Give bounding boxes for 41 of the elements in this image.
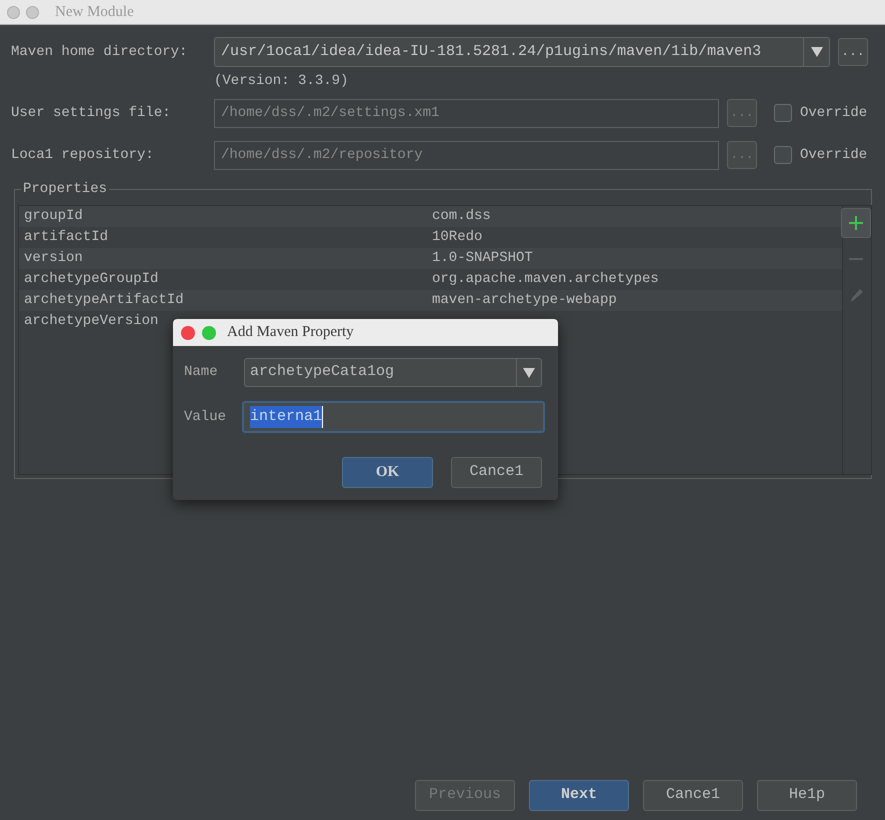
dialog-button[interactable]: He1p bbox=[757, 780, 857, 811]
table-cell-text: com.dss bbox=[431, 207, 491, 226]
window-title: New Module bbox=[55, 2, 134, 22]
table-cell: archetypeGroupId bbox=[24, 271, 158, 287]
dialog-title: Add Maven Property bbox=[227, 323, 354, 342]
add-button[interactable] bbox=[841, 208, 871, 238]
table-cell-text: org.apache.maven.archetypes bbox=[431, 270, 659, 289]
field-label: Name bbox=[184, 363, 219, 382]
table-cell: version bbox=[24, 250, 83, 266]
override-checkbox[interactable] bbox=[774, 146, 792, 164]
name-dropdown[interactable]: archetypeCata1og bbox=[244, 358, 542, 387]
table-cell: archetypeVersion bbox=[24, 313, 158, 329]
path-field[interactable]: /home/dss/.m2/repository bbox=[214, 140, 719, 170]
table-cell-text: maven-archetype-webapp bbox=[431, 291, 617, 310]
table-cell: groupId bbox=[24, 208, 83, 224]
window-button-icon[interactable] bbox=[26, 6, 39, 18]
override-checkbox[interactable] bbox=[774, 104, 792, 122]
table-cell: artifactId bbox=[24, 229, 108, 245]
maximize-icon[interactable] bbox=[202, 326, 216, 340]
field-label: User settings file: bbox=[11, 104, 172, 122]
dialog-button[interactable]: Next bbox=[529, 780, 629, 811]
window-button-icon[interactable] bbox=[7, 6, 20, 18]
checkbox-label: Override bbox=[800, 146, 868, 164]
table-cell-text: 1.0-SNAPSHOT bbox=[431, 249, 533, 268]
field-label: Maven home directory: bbox=[11, 42, 188, 62]
pencil-icon bbox=[848, 287, 864, 303]
table-cell-text: 10Redo bbox=[431, 228, 482, 247]
close-icon[interactable] bbox=[181, 326, 195, 340]
dialog-button[interactable]: Cance1 bbox=[451, 457, 542, 488]
path-field[interactable]: /home/dss/.m2/settings.xm1 bbox=[214, 98, 719, 128]
checkbox-label: Override bbox=[800, 104, 868, 122]
plus-icon bbox=[848, 215, 864, 231]
value-field[interactable]: interna1 bbox=[242, 401, 545, 433]
dialog-button[interactable]: OK bbox=[342, 457, 433, 488]
browse-button[interactable]: ... bbox=[838, 38, 868, 66]
dialog-button[interactable]: Cance1 bbox=[643, 780, 743, 811]
field-label: Loca1 repository: bbox=[11, 146, 155, 164]
version-text: (Version: 3.3.9) bbox=[214, 73, 348, 89]
directory-dropdown[interactable]: /usr/1oca1/idea/idea-IU-181.5281.24/p1ugins/maven/1ib/maven3 bbox=[214, 37, 830, 67]
field-label: Value bbox=[184, 408, 228, 426]
table-cell: archetypeArtifactId bbox=[24, 292, 184, 308]
